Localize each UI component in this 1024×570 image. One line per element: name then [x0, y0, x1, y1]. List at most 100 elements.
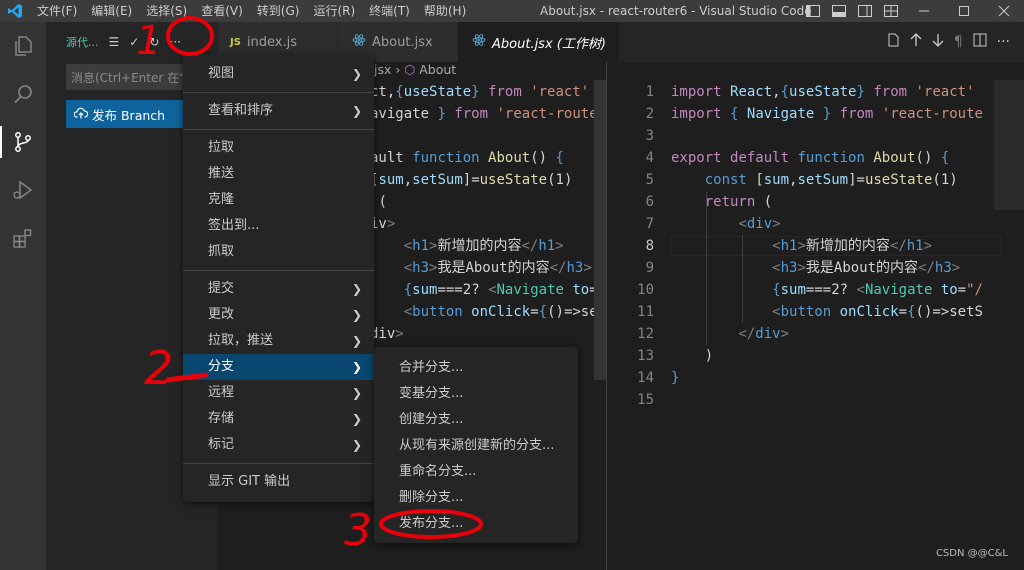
previous-change-icon[interactable]	[910, 33, 922, 51]
submenu-item-create-branch[interactable]: 创建分支...	[374, 407, 578, 433]
more-actions-icon[interactable]: ···	[997, 34, 1010, 50]
menu-item-stash[interactable]: 存储 ❯	[183, 406, 374, 432]
show-whitespace-icon[interactable]: ¶	[954, 34, 963, 50]
menu-item-changes[interactable]: 更改 ❯	[183, 302, 374, 328]
window-controls	[800, 0, 1024, 22]
menu-edit[interactable]: 编辑(E)	[84, 0, 139, 22]
commit-icon[interactable]: ✓	[129, 35, 139, 49]
menu-item-commit[interactable]: 提交 ❯	[183, 276, 374, 302]
menu-selection[interactable]: 选择(S)	[139, 0, 194, 22]
code-line-original: ault function About() {	[370, 150, 564, 166]
line-number: 10	[637, 282, 654, 298]
indent-guide	[706, 191, 707, 345]
vscode-logo-icon	[0, 0, 30, 22]
chevron-right-icon: ❯	[351, 334, 362, 348]
window-title: About.jsx - react-router6 - Visual Studi…	[540, 4, 812, 18]
watermark: CSDN @@C&L	[935, 548, 1008, 559]
menu-item-remote[interactable]: 远程 ❯	[183, 380, 374, 406]
submenu-item-rebase-branch[interactable]: 变基分支...	[374, 381, 578, 407]
menu-separator	[183, 463, 374, 464]
menu-item-branch[interactable]: 分支 ❯	[183, 354, 374, 380]
code-line-original: {sum===2? <Navigate to="/	[403, 282, 594, 298]
chevron-right-icon: ❯	[351, 308, 362, 322]
layout-icon[interactable]	[878, 0, 904, 22]
menu-item-show-git-output[interactable]: 显示 GIT 输出	[183, 469, 374, 495]
code-line-working-tree: <h3>我是About的内容</h3>	[772, 260, 961, 276]
next-change-icon[interactable]	[932, 33, 944, 51]
submenu-item-rename-branch[interactable]: 重命名分支...	[374, 459, 578, 485]
menu-item-pull[interactable]: 拉取	[183, 135, 374, 161]
menu-goto[interactable]: 转到(G)	[250, 0, 307, 22]
code-line-working-tree	[671, 125, 994, 147]
submenu-item-create-branch-from[interactable]: 从现有来源创建新的分支...	[374, 433, 578, 459]
title-bar: 文件(F) 编辑(E) 选择(S) 查看(V) 转到(G) 运行(R) 终端(T…	[0, 0, 1024, 22]
line-number: 13	[637, 348, 654, 364]
refresh-icon[interactable]: ↻	[149, 35, 159, 49]
line-number: 5	[645, 172, 654, 188]
menu-item-checkout[interactable]: 签出到...	[183, 213, 374, 239]
code-line-original: <h3>我是About的内容</h3>	[403, 260, 592, 276]
search-icon[interactable]	[0, 70, 46, 118]
editor-actions: ¶ ···	[886, 22, 1024, 62]
publish-branch-label: 发布 Branch	[92, 107, 166, 123]
run-debug-icon[interactable]	[0, 166, 46, 214]
menu-run[interactable]: 运行(R)	[306, 0, 362, 22]
code-line-original: div>	[370, 326, 404, 342]
menu-item-pull-push[interactable]: 拉取，推送 ❯	[183, 328, 374, 354]
submenu-item-merge-branch[interactable]: 合并分支...	[374, 355, 578, 381]
line-number: 11	[637, 304, 654, 320]
code-line-working-tree: import React,{useState} from 'react'	[671, 84, 975, 100]
code-line-working-tree: import { Navigate } from 'react-route	[671, 106, 983, 122]
line-number: 3	[645, 128, 654, 144]
view-as-tree-icon[interactable]: ☰	[109, 35, 120, 49]
menu-view[interactable]: 查看(V)	[194, 0, 250, 22]
menu-item-fetch[interactable]: 抓取	[183, 239, 374, 265]
maximize-icon[interactable]	[944, 0, 984, 22]
code-line-working-tree	[671, 389, 994, 411]
chevron-right-icon: ❯	[351, 438, 362, 452]
menu-file[interactable]: 文件(F)	[30, 0, 84, 22]
extensions-icon[interactable]	[0, 214, 46, 262]
more-actions-menu: 视图 ❯ 查看和排序 ❯ 拉取 推送 克隆 签出到... 抓取 提交 ❯ 更改 ❯ 拉取…	[183, 54, 374, 502]
code-line-original	[370, 125, 594, 147]
menu-item-view-sort[interactable]: 查看和排序 ❯	[183, 98, 374, 124]
menu-item-view[interactable]: 视图 ❯	[183, 61, 374, 87]
toggle-panel-icon[interactable]	[800, 0, 826, 22]
chevron-right-icon: ❯	[351, 412, 362, 426]
code-line-working-tree: )	[704, 348, 714, 364]
split-editor-icon[interactable]	[973, 33, 987, 51]
line-number: 14	[637, 370, 654, 386]
tab-about-jsx-working-tree[interactable]: About.jsx (工作树)	[458, 22, 620, 62]
breadcrumb: .jsx › ⬡ About	[370, 62, 456, 80]
submenu-item-delete-branch[interactable]: 删除分支...	[374, 485, 578, 511]
chevron-right-icon: ❯	[351, 282, 362, 296]
chevron-right-icon: ❯	[351, 67, 362, 81]
code-line-working-tree: <button onClick={()=>setS	[772, 304, 983, 320]
cloud-upload-icon	[74, 107, 88, 119]
chevron-right-icon: ›	[395, 62, 405, 77]
line-number: 2	[645, 106, 654, 122]
editor-scrollbar[interactable]	[594, 80, 606, 380]
tab-label: index.js	[246, 34, 298, 50]
editor-scrollbar[interactable]	[994, 80, 1024, 210]
source-control-icon[interactable]	[0, 118, 46, 166]
code-line-original: (	[378, 194, 387, 210]
explorer-icon[interactable]	[0, 22, 46, 70]
line-number: 9	[645, 260, 654, 276]
menu-item-tags[interactable]: 标记 ❯	[183, 432, 374, 458]
line-number: 4	[645, 150, 654, 166]
toggle-editor-icon[interactable]	[826, 0, 852, 22]
menu-terminal[interactable]: 终端(T)	[362, 0, 417, 22]
submenu-item-publish-branch[interactable]: 发布分支...	[374, 511, 578, 537]
minimize-icon[interactable]	[904, 0, 944, 22]
toggle-secondary-icon[interactable]	[852, 0, 878, 22]
menu-item-clone[interactable]: 克隆	[183, 187, 374, 213]
menu-help[interactable]: 帮助(H)	[417, 0, 473, 22]
chevron-right-icon: ❯	[351, 386, 362, 400]
close-icon[interactable]	[984, 0, 1024, 22]
open-file-icon[interactable]	[886, 33, 900, 51]
line-number: 1	[645, 84, 654, 100]
breadcrumb-symbol[interactable]: About	[419, 62, 456, 77]
more-actions-icon[interactable]: ···	[169, 35, 180, 49]
menu-item-push[interactable]: 推送	[183, 161, 374, 187]
